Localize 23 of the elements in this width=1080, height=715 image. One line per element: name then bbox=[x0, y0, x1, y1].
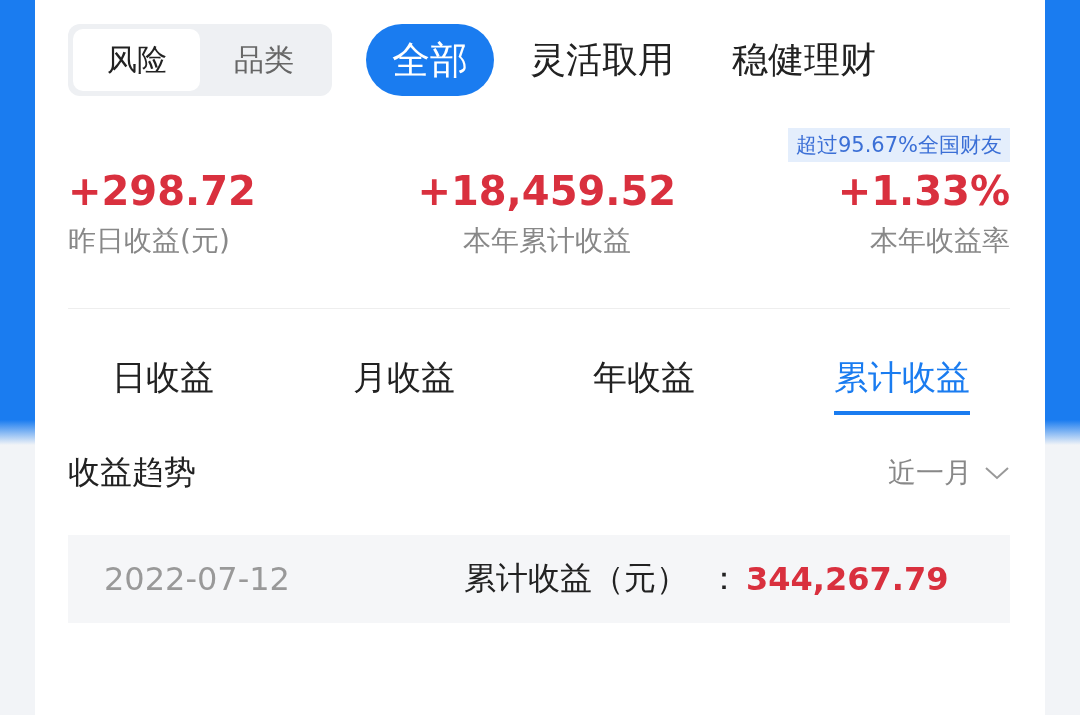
filter-toggle-option[interactable]: 风险 bbox=[73, 29, 200, 91]
period-tab[interactable]: 年收益 bbox=[593, 345, 696, 415]
period-tab[interactable]: 日收益 bbox=[112, 345, 214, 415]
period-tab[interactable]: 月收益 bbox=[352, 345, 455, 415]
chevron-down-icon bbox=[984, 465, 1010, 481]
category-tab[interactable]: 全部 bbox=[366, 24, 494, 96]
category-tab[interactable]: 灵活取用 bbox=[508, 24, 696, 96]
detail-label: 累计收益（元） bbox=[464, 558, 688, 599]
category-tab[interactable]: 稳健理财 bbox=[710, 24, 898, 96]
detail-value: 344,267.79 bbox=[746, 560, 949, 598]
stat-value: +18,459.52 bbox=[417, 168, 677, 214]
stat-label: 本年累计收益 bbox=[462, 223, 631, 259]
filter-toggle-option[interactable]: 品类 bbox=[200, 29, 327, 91]
period-tab[interactable]: 累计收益 bbox=[833, 345, 970, 415]
stat-label: 昨日收益(元) bbox=[68, 223, 231, 259]
range-dropdown[interactable]: 近一月 bbox=[888, 454, 1010, 492]
stat-label: 本年收益率 bbox=[870, 223, 1010, 259]
section-title: 收益趋势 bbox=[68, 452, 196, 493]
date-text: 2022-07-12 bbox=[104, 560, 291, 598]
stat-value: +298.72 bbox=[68, 168, 256, 214]
separator-text: ： bbox=[708, 558, 740, 599]
stat-value: +1.33% bbox=[837, 168, 1010, 214]
rank-badge: 超过95.67%全国财友 bbox=[787, 128, 1010, 162]
